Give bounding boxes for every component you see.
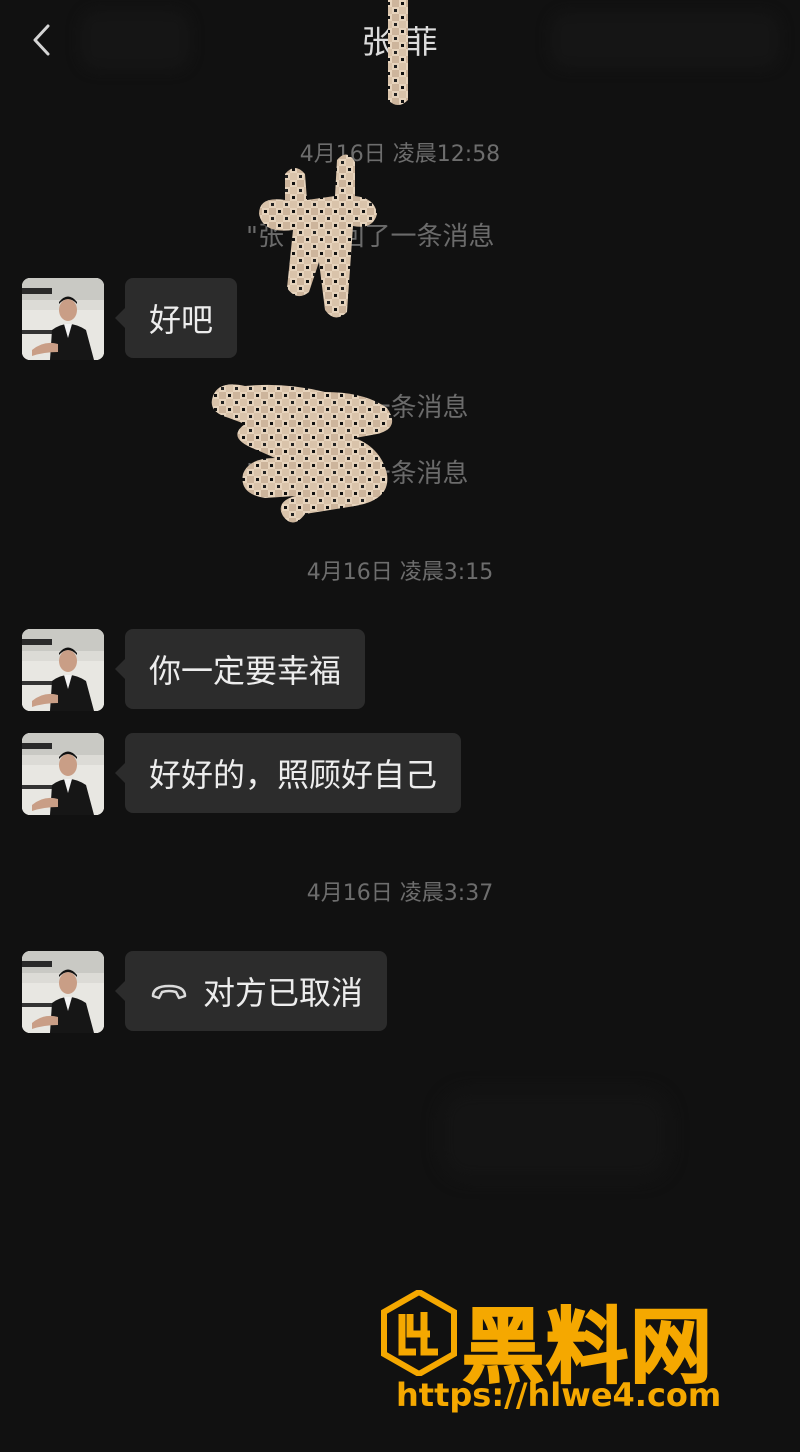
pixelated-redaction: [388, 0, 408, 105]
timestamp: 4月16日 凌晨3:15: [306, 560, 494, 585]
avatar[interactable]: [22, 733, 104, 815]
phone-hangup-icon: [149, 972, 189, 1010]
watermark-url: https://hlwe4.com: [396, 1376, 722, 1414]
timestamp: 4月16日 凌晨12:58: [299, 142, 501, 167]
blurred-region: [440, 1090, 670, 1180]
message-bubble[interactable]: 好吧: [114, 278, 238, 358]
avatar[interactable]: [22, 278, 104, 360]
message-bubble[interactable]: 好好的，照顾好自己: [114, 733, 462, 813]
message-bubble[interactable]: 你一定要幸福: [114, 629, 366, 709]
avatar[interactable]: [22, 629, 104, 711]
pixelated-redaction: [211, 384, 393, 523]
timestamp: 4月16日 凌晨3:37: [306, 881, 494, 906]
brand-logo-icon: [381, 1290, 457, 1376]
watermark: 黑料网 https://hlwe4.com: [380, 1286, 780, 1436]
call-bubble[interactable]: 对方已取消: [114, 951, 388, 1031]
avatar[interactable]: [22, 951, 104, 1033]
call-status-text: 对方已取消: [203, 974, 364, 1012]
pixelated-redaction: [259, 154, 377, 318]
